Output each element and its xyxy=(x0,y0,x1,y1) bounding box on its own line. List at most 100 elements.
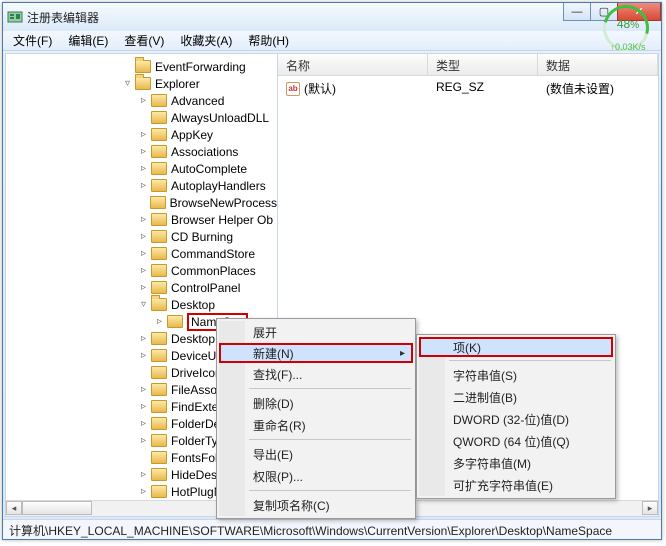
tree-node[interactable]: AlwaysUnloadDLL xyxy=(6,109,277,126)
tree-node[interactable]: EventForwarding xyxy=(6,58,277,75)
expand-icon[interactable]: ▹ xyxy=(138,129,149,140)
expand-icon[interactable] xyxy=(137,197,148,208)
ctx-find[interactable]: 查找(F)... xyxy=(219,363,413,385)
tree-node[interactable]: BrowseNewProcess xyxy=(6,194,277,211)
ctx-copy-key-name[interactable]: 复制项名称(C) xyxy=(219,494,413,516)
column-type[interactable]: 类型 xyxy=(428,54,538,75)
folder-icon xyxy=(167,315,183,328)
folder-icon xyxy=(151,128,167,141)
tree-node[interactable]: ▹CD Burning xyxy=(6,228,277,245)
scroll-right-icon[interactable]: ▸ xyxy=(642,501,658,515)
menu-edit[interactable]: 编辑(E) xyxy=(62,31,114,50)
folder-icon xyxy=(151,298,167,311)
menu-help[interactable]: 帮助(H) xyxy=(242,31,295,50)
menu-file[interactable]: 文件(F) xyxy=(7,31,58,50)
scroll-left-icon[interactable]: ◂ xyxy=(6,501,22,515)
ctx-separator xyxy=(249,439,411,440)
tree-node[interactable]: ▹CommandStore xyxy=(6,245,277,262)
column-data[interactable]: 数据 xyxy=(538,54,658,75)
folder-icon xyxy=(151,400,167,413)
ctx-delete[interactable]: 删除(D) xyxy=(219,392,413,414)
expand-icon[interactable] xyxy=(122,61,133,72)
tree-node[interactable]: ▹AppKey xyxy=(6,126,277,143)
menu-favorites[interactable]: 收藏夹(A) xyxy=(174,31,238,50)
tree-label: EventForwarding xyxy=(155,60,246,74)
expand-icon[interactable]: ▹ xyxy=(138,163,149,174)
expand-icon[interactable]: ▹ xyxy=(138,333,149,344)
ctx-new-binary[interactable]: 二进制值(B) xyxy=(419,386,613,408)
folder-icon xyxy=(151,213,167,226)
tree-node[interactable]: ▹Associations xyxy=(6,143,277,160)
expand-icon[interactable]: ▹ xyxy=(138,231,149,242)
expand-icon[interactable]: ▹ xyxy=(138,265,149,276)
expand-icon[interactable]: ▹ xyxy=(138,350,149,361)
list-header[interactable]: 名称 类型 数据 xyxy=(278,54,658,76)
tree-node[interactable]: ▹AutoplayHandlers xyxy=(6,177,277,194)
tree-label: AlwaysUnloadDLL xyxy=(171,111,269,125)
folder-icon xyxy=(151,162,167,175)
expand-icon[interactable] xyxy=(138,367,149,378)
folder-icon xyxy=(151,230,167,243)
ctx-new[interactable]: 新建(N)▸ xyxy=(219,343,413,363)
ctx-new-qword[interactable]: QWORD (64 位)值(Q) xyxy=(419,430,613,452)
folder-icon xyxy=(151,94,167,107)
minimize-button[interactable]: — xyxy=(563,3,591,21)
expand-icon[interactable]: ▹ xyxy=(138,282,149,293)
list-row[interactable]: ab(默认) REG_SZ (数值未设置) xyxy=(278,76,658,101)
ctx-new-dword[interactable]: DWORD (32-位)值(D) xyxy=(419,408,613,430)
expand-icon[interactable]: ▹ xyxy=(138,146,149,157)
scroll-thumb[interactable] xyxy=(22,501,92,515)
tree-node[interactable]: ▹ CommonPlaces xyxy=(6,262,277,279)
expand-icon[interactable]: ▿ xyxy=(122,78,133,89)
submenu-arrow-icon: ▸ xyxy=(400,348,405,359)
expand-icon[interactable] xyxy=(138,452,149,463)
tree-label: ControlPanel xyxy=(171,281,240,295)
speed-widget[interactable]: 48% ↑0.03K/s xyxy=(603,5,653,55)
column-name[interactable]: 名称 xyxy=(278,54,428,75)
tree-label: CommonPlaces xyxy=(171,264,256,278)
expand-icon[interactable]: ▹ xyxy=(138,384,149,395)
ctx-new-multistring[interactable]: 多字符串值(M) xyxy=(419,452,613,474)
ctx-rename[interactable]: 重命名(R) xyxy=(219,414,413,436)
ctx-permissions[interactable]: 权限(P)... xyxy=(219,465,413,487)
menu-view[interactable]: 查看(V) xyxy=(118,31,170,50)
ctx-export[interactable]: 导出(E) xyxy=(219,443,413,465)
ctx-new-string[interactable]: 字符串值(S) xyxy=(419,364,613,386)
ctx-new-key[interactable]: 项(K) xyxy=(419,337,613,357)
expand-icon[interactable]: ▹ xyxy=(138,418,149,429)
value-name: (默认) xyxy=(304,80,336,97)
menubar: 文件(F) 编辑(E) 查看(V) 收藏夹(A) 帮助(H) xyxy=(3,31,661,51)
ctx-new-expandstring[interactable]: 可扩充字符串值(E) xyxy=(419,474,613,496)
ctx-expand[interactable]: 展开 xyxy=(219,321,413,343)
tree-label: BrowseNewProcess xyxy=(170,196,277,210)
expand-icon[interactable]: ▹ xyxy=(138,469,149,480)
expand-icon[interactable]: ▹ xyxy=(138,214,149,225)
expand-icon[interactable] xyxy=(138,112,149,123)
titlebar[interactable]: 注册表编辑器 — ▢ ✕ xyxy=(3,3,661,31)
folder-icon xyxy=(151,366,167,379)
folder-icon xyxy=(135,60,151,73)
tree-node[interactable]: ▹ Browser Helper Ob xyxy=(6,211,277,228)
context-submenu-new: 项(K) 字符串值(S) 二进制值(B) DWORD (32-位)值(D) QW… xyxy=(416,334,616,499)
expand-icon[interactable]: ▿ xyxy=(138,299,149,310)
tree-node[interactable]: ▹Advanced xyxy=(6,92,277,109)
folder-icon xyxy=(151,485,167,498)
folder-icon xyxy=(151,349,167,362)
tree-label: Browser Helper Ob xyxy=(171,213,273,227)
expand-icon[interactable]: ▹ xyxy=(154,316,165,327)
expand-icon[interactable]: ▹ xyxy=(138,180,149,191)
tree-node[interactable]: ▿ Desktop xyxy=(6,296,277,313)
folder-icon xyxy=(150,196,166,209)
value-type: REG_SZ xyxy=(428,78,538,99)
tree-label: Desktop xyxy=(171,298,215,312)
ctx-separator xyxy=(449,360,611,361)
tree-node[interactable]: ▹AutoComplete xyxy=(6,160,277,177)
tree-node[interactable]: ▹ ControlPanel xyxy=(6,279,277,296)
expand-icon[interactable]: ▹ xyxy=(138,401,149,412)
expand-icon[interactable]: ▹ xyxy=(138,435,149,446)
folder-icon xyxy=(151,383,167,396)
expand-icon[interactable]: ▹ xyxy=(138,248,149,259)
expand-icon[interactable]: ▹ xyxy=(138,95,149,106)
expand-icon[interactable]: ▹ xyxy=(138,486,149,497)
tree-node[interactable]: ▿Explorer xyxy=(6,75,277,92)
